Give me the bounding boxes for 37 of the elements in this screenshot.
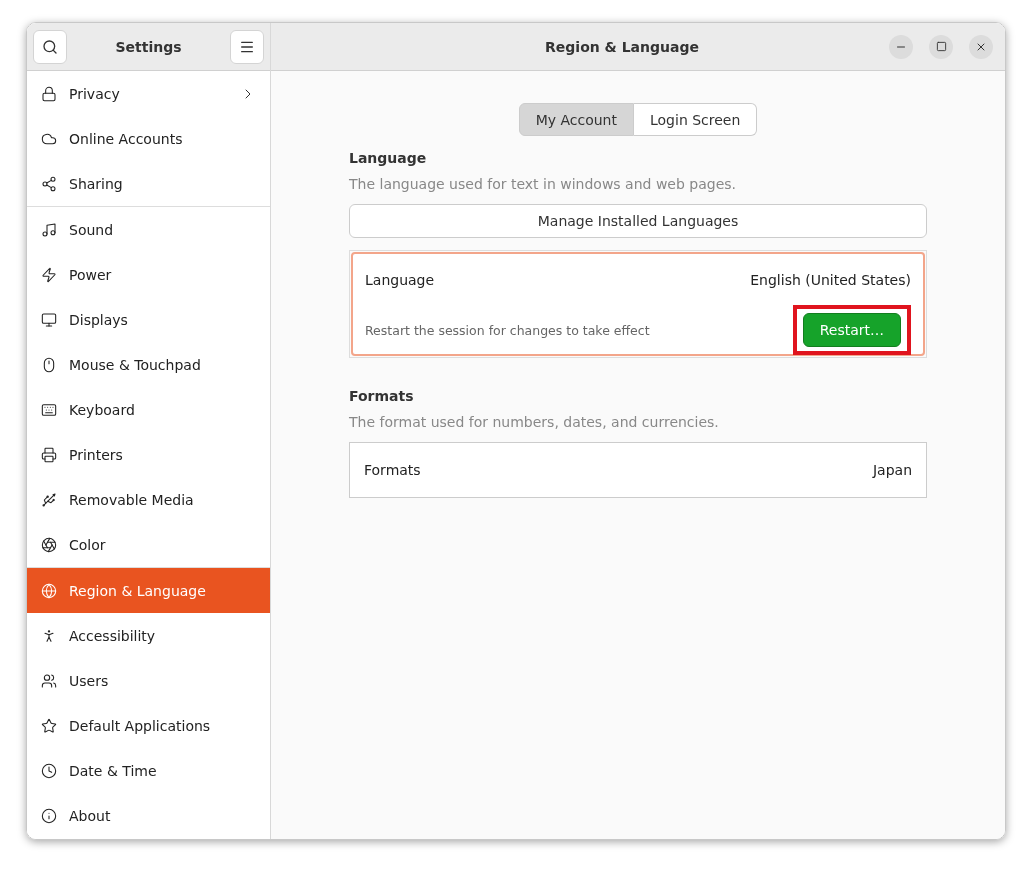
search-button[interactable]	[33, 29, 67, 64]
search-icon	[42, 38, 58, 55]
clock-icon	[41, 762, 57, 779]
restart-notice: Restart the session for changes to take effect	[365, 322, 650, 338]
lightning-icon	[41, 266, 57, 283]
globe-icon	[41, 582, 57, 599]
tab[interactable]: My Account	[518, 103, 634, 136]
aperture-icon	[41, 536, 57, 553]
sidebar-title: Settings	[115, 38, 182, 55]
users-icon	[41, 672, 57, 689]
section-description: The format used for numbers, dates, and currencies.	[349, 414, 720, 430]
section-heading: Formats	[349, 388, 415, 404]
keyboard-icon	[41, 401, 57, 418]
share-icon	[41, 175, 57, 192]
maximize-icon	[935, 41, 947, 52]
mouse-icon	[41, 356, 57, 373]
section-heading: Language	[349, 150, 428, 166]
usb-icon	[41, 491, 57, 508]
star-icon	[41, 717, 57, 734]
music-note-icon	[41, 221, 57, 238]
monitor-icon	[41, 311, 57, 328]
tab[interactable]: Login Screen	[634, 103, 758, 136]
row-value: English (United States)	[750, 272, 911, 288]
minimize-button[interactable]	[889, 34, 913, 59]
lock-icon	[41, 85, 57, 102]
manage-languages-button[interactable]: Manage Installed Languages	[349, 204, 927, 238]
row-label: Language	[365, 272, 435, 288]
info-icon	[41, 807, 57, 824]
maximize-button[interactable]	[929, 34, 953, 59]
printer-icon	[41, 446, 57, 463]
person-icon	[41, 627, 57, 644]
window-title: Region & Language	[544, 38, 700, 55]
section-description: The language used for text in windows and web pages.	[349, 176, 737, 192]
row-label: Formats	[364, 462, 421, 478]
row-value: Japan	[872, 462, 912, 478]
menu-button[interactable]	[230, 29, 264, 64]
sidebar-item[interactable]: Region & Language	[27, 568, 270, 613]
